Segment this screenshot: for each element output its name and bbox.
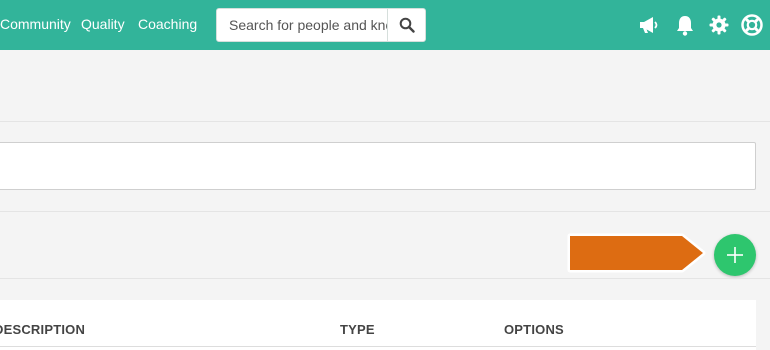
column-header-options[interactable]: OPTIONS <box>504 322 564 337</box>
gear-icon <box>709 15 729 35</box>
search-button[interactable] <box>387 9 425 41</box>
table-header-rule <box>0 346 756 347</box>
callout-arrow <box>567 233 706 273</box>
text-input-field[interactable] <box>0 142 756 190</box>
nav-coaching[interactable]: Coaching <box>138 15 197 33</box>
column-header-type[interactable]: TYPE <box>340 322 375 337</box>
nav-quality[interactable]: Quality <box>81 15 125 33</box>
section-divider <box>0 278 770 279</box>
megaphone-icon <box>640 17 658 33</box>
bell-icon <box>677 16 693 36</box>
page: Community Quality Coaching Search for pe… <box>0 0 770 350</box>
plus-icon <box>727 247 743 263</box>
settings-button[interactable] <box>708 14 730 36</box>
add-button[interactable] <box>714 234 756 276</box>
section-divider <box>0 121 770 122</box>
help-button[interactable] <box>741 14 763 36</box>
search-box <box>216 8 426 42</box>
data-table: DESCRIPTION TYPE OPTIONS <box>0 300 756 350</box>
top-nav-bar: Community Quality Coaching <box>0 0 770 50</box>
announcements-button[interactable] <box>638 14 660 36</box>
lifebuoy-icon <box>741 14 763 36</box>
search-input[interactable] <box>217 9 387 41</box>
search-icon <box>399 17 415 33</box>
section-divider <box>0 211 770 212</box>
notifications-button[interactable] <box>674 14 696 36</box>
column-header-description[interactable]: DESCRIPTION <box>0 322 85 337</box>
nav-community[interactable]: Community <box>0 15 71 33</box>
